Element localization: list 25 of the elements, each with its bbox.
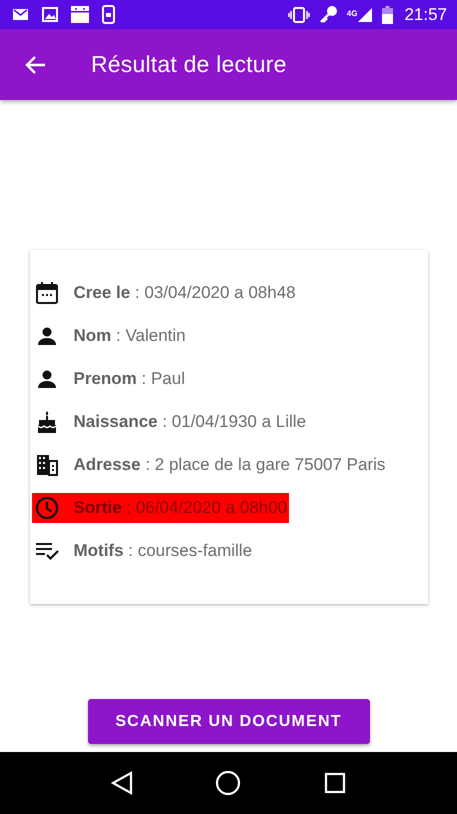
field-text: Prenom : Paul: [74, 369, 185, 389]
back-nav-button[interactable]: [111, 771, 134, 795]
clock-time: 21:57: [404, 4, 447, 24]
image-icon: [42, 7, 58, 22]
key-icon: [318, 5, 338, 24]
back-button[interactable]: [24, 54, 46, 74]
battery-icon: [382, 6, 394, 24]
field-text: Motifs : courses-famille: [74, 541, 252, 561]
vibrate-icon: [288, 6, 310, 22]
mail-icon: [13, 7, 30, 22]
signal-icon: [357, 6, 374, 22]
field-text: Adresse : 2 place de la gare 75007 Paris: [74, 455, 386, 475]
home-button[interactable]: [215, 770, 242, 796]
field-text: Nom : Valentin: [74, 326, 186, 346]
clock-icon: [34, 496, 58, 520]
field-text: Naissance : 01/04/1930 a Lille: [74, 412, 306, 432]
calendar-icon: [34, 281, 58, 305]
field-text: Sortie : 06/04/2020 a 08h00: [74, 498, 288, 518]
phone-lock-icon: [102, 5, 115, 24]
network-label: 4G: [346, 8, 358, 18]
screen-title: Résultat de lecture: [91, 51, 287, 78]
scan-button[interactable]: SCANNER UN DOCUMENT: [88, 699, 370, 744]
building-icon: [34, 453, 58, 477]
field-text: Cree le : 03/04/2020 a 08h48: [74, 283, 296, 303]
recents-button[interactable]: [324, 772, 346, 794]
